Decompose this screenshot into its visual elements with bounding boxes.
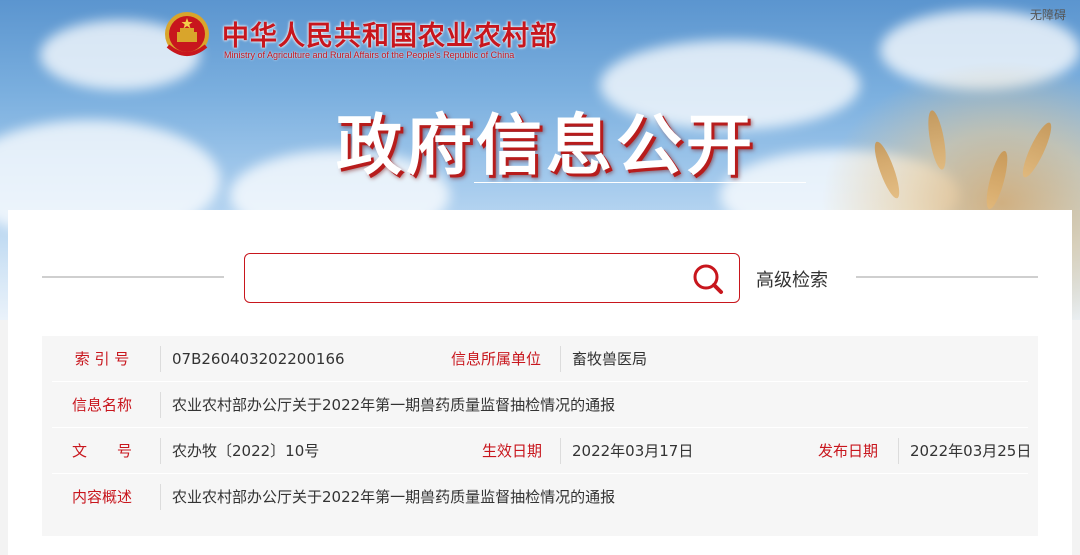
info-row-index: 索 引 号 07B260403202200166 信息所属单位 畜牧兽医局 — [52, 336, 1028, 382]
national-emblem-icon[interactable] — [162, 10, 212, 60]
doc-number-label: 文 号 — [71, 442, 132, 460]
search-divider-left — [42, 276, 224, 278]
effective-date-value: 2022年03月17日 — [572, 442, 694, 460]
name-value: 农业农村部办公厅关于2022年第一期兽药质量监督抽检情况的通报 — [172, 396, 616, 414]
ministry-name-cn[interactable]: 中华人民共和国农业农村部 — [222, 14, 558, 53]
doc-number-value: 农办牧〔2022〕10号 — [172, 442, 320, 460]
search-icon[interactable] — [691, 263, 725, 295]
publish-date-value: 2022年03月25日 — [910, 442, 1032, 460]
name-label: 信息名称 — [71, 396, 132, 414]
summary-label: 内容概述 — [71, 488, 132, 506]
summary-value: 农业农村部办公厅关于2022年第一期兽药质量监督抽检情况的通报 — [172, 488, 616, 506]
search-divider-right — [856, 276, 1038, 278]
info-row-summary: 内容概述 农业农村部办公厅关于2022年第一期兽药质量监督抽检情况的通报 — [52, 474, 1028, 520]
search-box — [244, 253, 740, 303]
unit-value: 畜牧兽医局 — [572, 350, 648, 368]
unit-label: 信息所属单位 — [450, 350, 541, 368]
title-divider — [474, 182, 806, 183]
page-title: 政府信息公开 — [336, 106, 756, 184]
advanced-search-link[interactable]: 高级检索 — [756, 266, 828, 292]
ministry-name-en: Ministry of Agriculture and Rural Affair… — [224, 50, 515, 60]
search-input[interactable] — [255, 262, 675, 294]
info-row-doc: 文 号 农办牧〔2022〕10号 生效日期 2022年03月17日 发布日期 2… — [52, 428, 1031, 474]
info-table: 索 引 号 07B260403202200166 信息所属单位 畜牧兽医局 信息… — [42, 336, 1038, 536]
index-label: 索 引 号 — [74, 350, 130, 368]
publish-date-label: 发布日期 — [817, 442, 878, 460]
accessibility-link[interactable]: 无障碍 — [1030, 6, 1066, 23]
content-panel: 高级检索 索 引 号 07B260403202200166 信息所属单位 畜牧兽… — [8, 210, 1072, 555]
info-row-name: 信息名称 农业农村部办公厅关于2022年第一期兽药质量监督抽检情况的通报 — [52, 382, 1028, 428]
effective-date-label: 生效日期 — [481, 442, 542, 460]
index-value: 07B260403202200166 — [172, 350, 345, 368]
